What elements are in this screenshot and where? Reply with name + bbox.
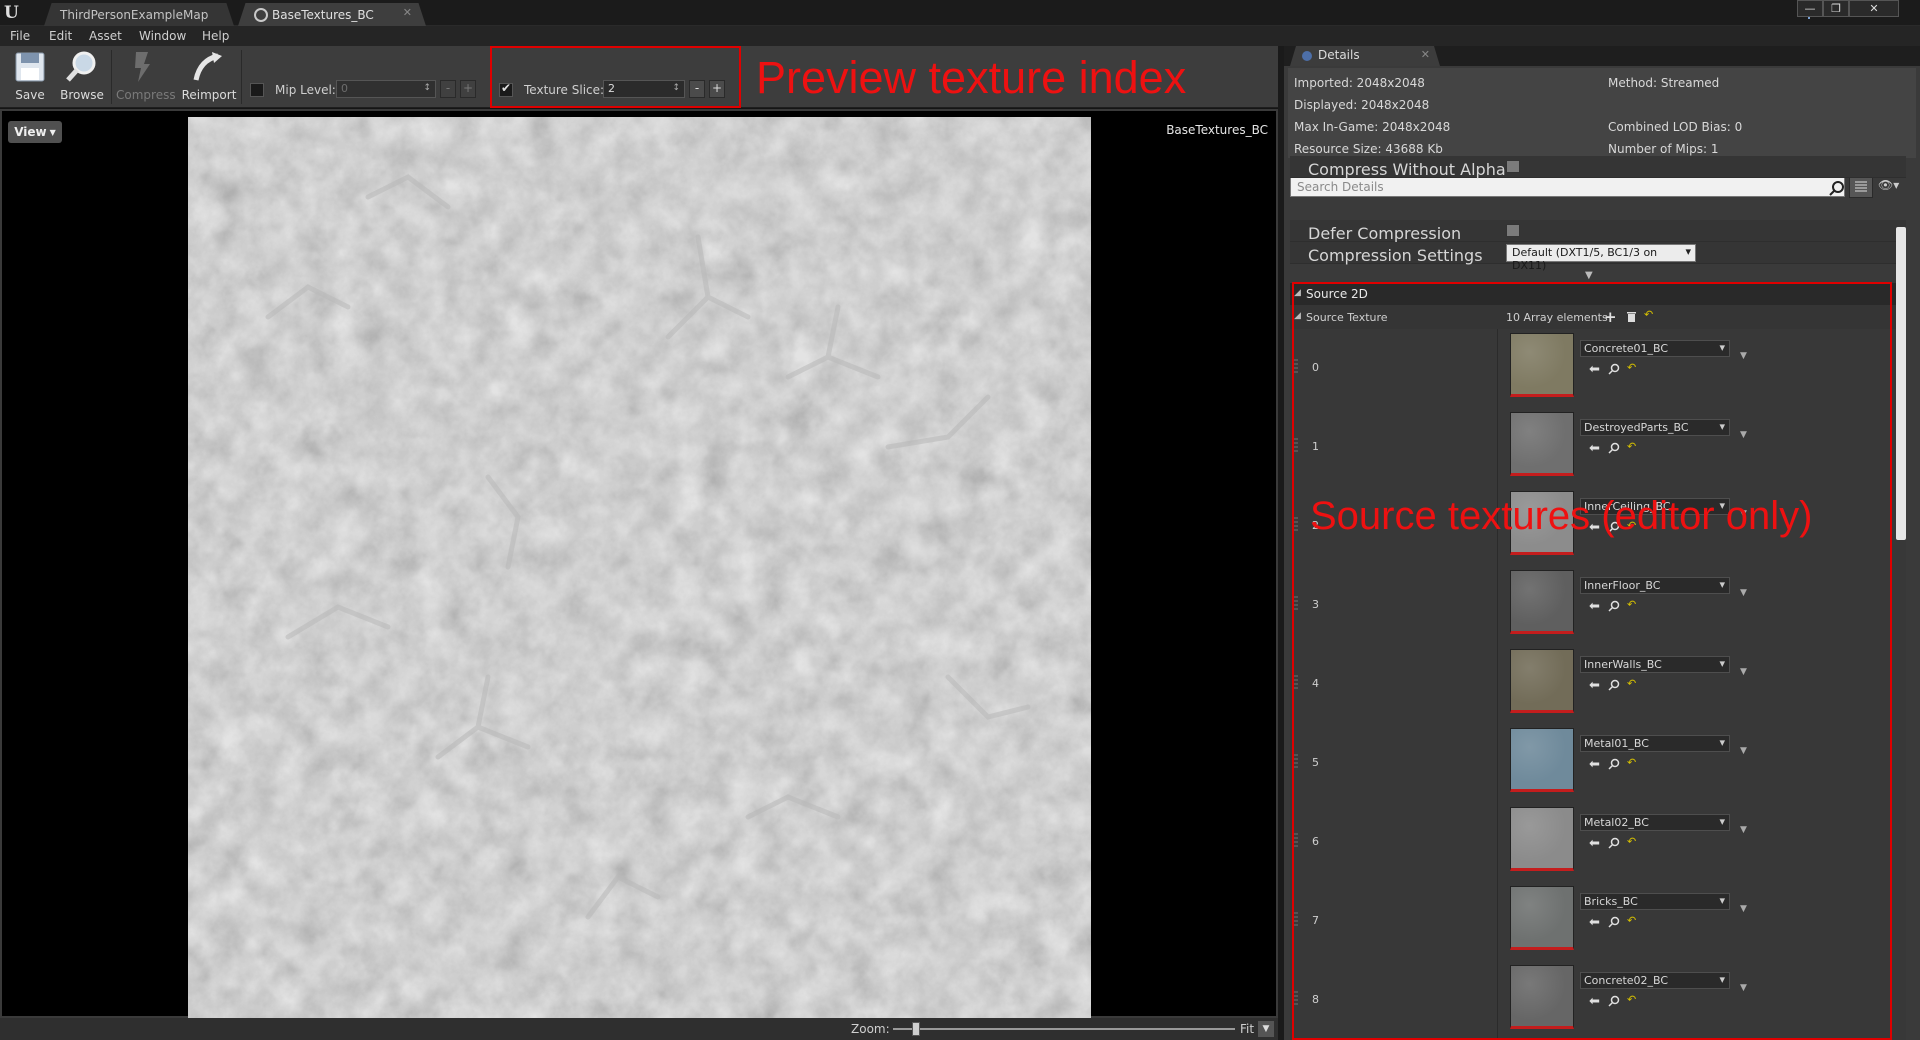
texture-info: Imported: 2048x2048 Displayed: 2048x2048… [1288,68,1916,158]
property-label: Compress Without Alpha [1308,160,1506,179]
compression-settings-dropdown[interactable]: Default (DXT1/5, BC1/3 on DX11) [1506,244,1696,272]
toolbar-divider [111,50,112,104]
mip-level-input[interactable]: 0 ↕ [336,80,436,98]
magnifier-icon [66,51,96,82]
menu-asset[interactable]: Asset [89,29,122,43]
search-icon[interactable] [1829,180,1845,196]
displayed-size: Displayed: 2048x2048 [1294,98,1430,112]
search-placeholder: Search Details [1297,180,1384,194]
annotation-source-textures: Source textures (editor only) [1310,494,1813,538]
texture-viewport[interactable]: View ▼ BaseTextures_BC [0,109,1278,1018]
lod-bias: Combined LOD Bias: 0 [1608,120,1743,134]
compress-label: Compress [116,88,176,102]
close-tab-icon[interactable]: ✕ [1421,48,1430,61]
compression-settings-value: Default (DXT1/5, BC1/3 on DX11) [1512,246,1658,272]
unreal-logo-icon: U [4,3,19,23]
advanced-expand-icon[interactable]: ▼ [1585,270,1599,281]
streaming-method: Method: Streamed [1608,76,1720,90]
highlight-box-preview [490,46,741,108]
reimport-label: Reimport [181,88,237,102]
zoom-slider-track[interactable] [893,1028,1235,1030]
details-tab-bar: Details ✕ [1284,46,1920,66]
texture-preview-image [188,117,1091,1018]
spin-arrows-icon: ↕ [423,83,431,93]
mip-increment-button[interactable]: + [460,80,476,98]
highlight-box-source [1292,282,1892,1040]
minimize-button[interactable]: — [1797,0,1823,17]
maximize-button[interactable]: ❐ [1823,0,1849,17]
tab-label: ThirdPersonExampleMap [60,7,209,22]
compress-without-alpha-row: Compress Without Alpha [1290,156,1906,179]
status-bar: Zoom: Fit ▼ [0,1018,1278,1040]
details-tab-label: Details [1318,48,1360,62]
toolbar: Save Browse Compress Reimport Mip Level: [0,46,1278,108]
compression-settings-row: Compression Settings Default (DXT1/5, BC… [1290,242,1906,272]
tab-third-person-map[interactable]: ThirdPersonExampleMap [44,3,234,26]
concrete-texture-image [188,117,1091,1018]
tab-label: BaseTextures_BC [272,7,374,22]
details-icon [1302,51,1312,61]
imported-size: Imported: 2048x2048 [1294,76,1425,90]
menu-file[interactable]: File [10,29,30,43]
visibility-eye-icon[interactable]: 👁▾ [1878,178,1912,196]
mip-level-checkbox[interactable] [250,83,264,97]
fit-label: Fit [1240,1022,1255,1036]
max-ingame-size: Max In-Game: 2048x2048 [1294,120,1451,134]
save-button[interactable]: Save [2,48,58,106]
zoom-label: Zoom: [851,1022,890,1036]
title-bar: U ThirdPersonExampleMap BaseTextures_BC … [0,0,1920,26]
reimport-button[interactable]: Reimport [180,48,238,106]
toolbar-divider [241,50,242,104]
mip-level-label: Mip Level: [275,83,336,97]
texture-asset-icon [254,7,268,22]
save-label: Save [15,88,45,102]
texture-editor-window: U ThirdPersonExampleMap BaseTextures_BC … [0,0,1920,1040]
save-icon [15,52,45,82]
resource-size: Resource Size: 43688 Kb [1294,142,1443,156]
menu-edit[interactable]: Edit [49,29,72,43]
defer-compression-checkbox[interactable] [1506,224,1520,237]
menu-help[interactable]: Help [202,29,229,43]
details-panel: Imported: 2048x2048 Displayed: 2048x2048… [1284,66,1920,1040]
fit-dropdown-button[interactable]: ▼ [1258,1021,1274,1037]
property-label: Compression Settings [1308,246,1483,265]
menu-bar: File Edit Asset Window Help [0,26,1920,46]
tab-details[interactable]: Details ✕ [1290,46,1440,66]
zoom-slider-handle[interactable] [912,1022,920,1036]
search-details-input[interactable]: Search Details [1290,177,1845,197]
reimport-icon [193,52,222,81]
close-tab-icon[interactable]: ✕ [403,6,412,19]
close-window-button[interactable]: ✕ [1849,0,1899,17]
tab-base-textures[interactable]: BaseTextures_BC ✕ [238,3,426,26]
number-of-mips: Number of Mips: 1 [1608,142,1719,156]
property-label: Defer Compression [1308,224,1462,243]
compress-button[interactable]: Compress [116,48,176,106]
property-matrix-icon[interactable] [1849,176,1873,198]
browse-button[interactable]: Browse [54,48,110,106]
menu-window[interactable]: Window [139,29,186,43]
details-scrollbar[interactable] [1896,227,1906,540]
view-label: View [14,125,47,139]
chevron-down-icon: ▼ [49,127,56,137]
defer-compression-row: Defer Compression [1290,220,1906,243]
texture-name-label: BaseTextures_BC [1166,123,1268,137]
browse-label: Browse [60,88,104,102]
annotation-preview-index: Preview texture index [756,52,1187,103]
compress-without-alpha-checkbox[interactable] [1506,160,1520,173]
mip-decrement-button[interactable]: - [440,80,456,98]
view-menu-button[interactable]: View ▼ [8,121,62,143]
mip-level-value: 0 [341,82,348,95]
compress-icon [135,52,150,82]
list-icon [1855,181,1867,192]
